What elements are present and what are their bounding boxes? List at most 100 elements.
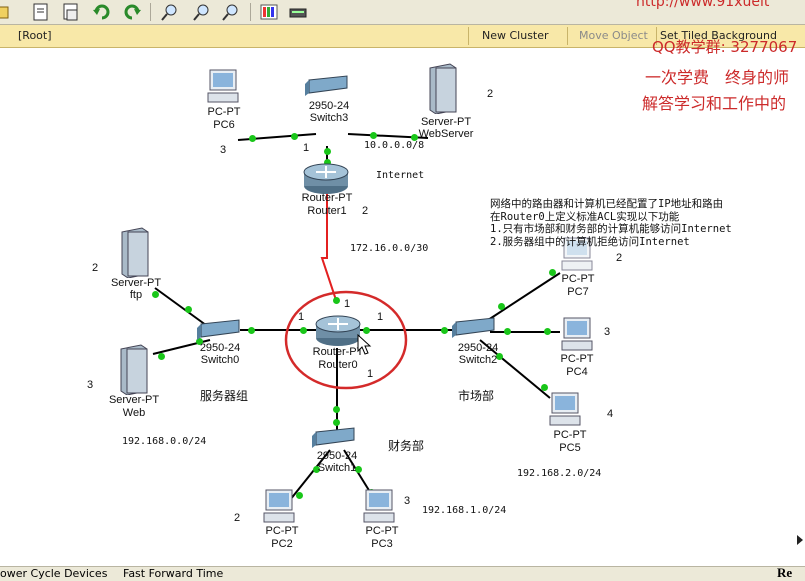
- pc-icon[interactable]: [560, 316, 594, 356]
- switch3-model: 2950-24: [308, 100, 350, 112]
- market-group-label: 市场部: [458, 389, 495, 403]
- pc7-name: PC7: [567, 286, 589, 298]
- pc-icon[interactable]: [206, 68, 240, 108]
- status-bar: ower Cycle Devices Fast Forward Time Re: [0, 565, 805, 581]
- pc6-model: PC-PT: [207, 106, 241, 118]
- pc-icon[interactable]: [548, 391, 582, 431]
- router1-name: Router1: [307, 205, 347, 217]
- pc6-name: PC6: [213, 119, 235, 131]
- port-indicator: [296, 492, 303, 499]
- pc-icon[interactable]: [262, 488, 296, 528]
- pc4-model: PC-PT: [560, 353, 594, 365]
- server-icon[interactable]: [426, 62, 460, 118]
- task-line: 网络中的路由器和计算机已经配置了IP地址和路由: [490, 198, 724, 210]
- task-note: 网络中的路由器和计算机已经配置了IP地址和路由 在Router0上定义标准ACL…: [490, 198, 732, 248]
- switch-icon[interactable]: [303, 74, 351, 100]
- webserver-model: Server-PT: [420, 116, 472, 128]
- web-number: 3: [87, 379, 94, 391]
- redo-icon[interactable]: [122, 2, 142, 22]
- server-network: 192.168.0.0/24: [122, 436, 207, 447]
- internet-label: Internet: [376, 170, 425, 181]
- router0-name: Router0: [318, 359, 358, 371]
- market-network: 192.168.2.0/24: [517, 468, 602, 479]
- server-icon[interactable]: [118, 226, 152, 282]
- router1-model: Router-PT: [301, 192, 353, 204]
- pc-icon[interactable]: [362, 488, 396, 528]
- switch1-model: 2950-24: [316, 450, 358, 462]
- link-lines: [152, 133, 561, 501]
- mouse-pointer-icon: [356, 333, 372, 360]
- finance-network: 192.168.1.0/24: [422, 505, 507, 516]
- pc7-model: PC-PT: [561, 273, 595, 285]
- port-indicator: [504, 328, 511, 335]
- print-icon[interactable]: [61, 2, 81, 22]
- link-network: 172.16.0.0/30: [350, 243, 429, 254]
- task-line: 2.服务器组中的计算机拒绝访问Internet: [490, 235, 690, 248]
- port-indicator: [333, 297, 340, 304]
- watermark-line2: 解答学习和工作中的: [642, 94, 787, 113]
- pc2-name: PC2: [271, 538, 293, 550]
- pc3-name: PC3: [371, 538, 393, 550]
- web-model: Server-PT: [108, 394, 160, 406]
- open-icon[interactable]: [0, 2, 12, 22]
- finance-group-label: 财务部: [388, 439, 425, 453]
- root-button[interactable]: [Root]: [18, 29, 52, 42]
- port-indicator: [333, 406, 340, 413]
- ftp-model: Server-PT: [110, 277, 162, 289]
- palette-icon[interactable]: [259, 2, 279, 22]
- task-line: 1.只有市场部和财务部的计算机能够访问Internet: [490, 223, 732, 235]
- web-name: Web: [122, 407, 146, 419]
- watermark-line1: 一次学费 终身的师: [645, 68, 790, 87]
- switch2-name: Switch2: [458, 354, 498, 366]
- pc3-number: 3: [404, 495, 411, 507]
- port-indicator: [441, 327, 448, 334]
- pc5-number: 4: [607, 408, 614, 420]
- power-cycle-button[interactable]: ower Cycle Devices: [0, 567, 107, 580]
- port-indicator: [158, 353, 165, 360]
- switch-icon[interactable]: [450, 316, 498, 342]
- pc4-name: PC4: [566, 366, 588, 378]
- fast-forward-button[interactable]: Fast Forward Time: [123, 567, 223, 580]
- router1-side-number: 2: [362, 205, 369, 217]
- scroll-arrow-icon[interactable]: [795, 532, 805, 551]
- device-template-icon[interactable]: [288, 2, 308, 22]
- pc3-model: PC-PT: [365, 525, 399, 537]
- port-indicator: [363, 327, 370, 334]
- save-icon[interactable]: [31, 2, 51, 22]
- new-cluster-button[interactable]: New Cluster: [482, 29, 549, 42]
- server-group-label: 服务器组: [200, 389, 249, 403]
- server-icon[interactable]: [117, 343, 151, 399]
- pc2-model: PC-PT: [265, 525, 299, 537]
- port-indicator: [333, 419, 340, 426]
- switch0-name: Switch0: [200, 354, 240, 366]
- port-indicator: [185, 306, 192, 313]
- pc7-number: 2: [616, 252, 623, 264]
- webserver-number: 2: [487, 88, 494, 100]
- ftp-number: 2: [92, 262, 99, 274]
- webserver-name: WebServer: [418, 128, 474, 140]
- pc2-number: 2: [234, 512, 241, 524]
- router0-right-port: 1: [377, 311, 384, 323]
- pc5-name: PC5: [559, 442, 581, 454]
- zoom-in-icon[interactable]: [160, 2, 180, 22]
- switch-icon[interactable]: [195, 318, 243, 344]
- internet-network: 10.0.0.0/8: [364, 140, 425, 151]
- undo-icon[interactable]: [92, 2, 112, 22]
- zoom-out-icon[interactable]: [221, 2, 241, 22]
- move-object-button[interactable]: Move Object: [579, 29, 648, 42]
- router0-bottom-port: 1: [367, 368, 374, 380]
- watermark-qq: QQ教学群: 3277067: [652, 38, 798, 56]
- port-indicator: [248, 327, 255, 334]
- switch-icon[interactable]: [310, 426, 358, 452]
- switch3-name: Switch3: [309, 112, 349, 124]
- realtime-mode-label[interactable]: Re: [777, 565, 792, 581]
- router0-left-port: 1: [298, 311, 305, 323]
- ftp-name: ftp: [129, 289, 143, 301]
- switch2-model: 2950-24: [457, 342, 499, 354]
- port-indicator: [324, 148, 331, 155]
- port-indicator: [300, 327, 307, 334]
- pc6-number: 3: [220, 144, 227, 156]
- zoom-reset-icon[interactable]: [192, 2, 212, 22]
- pc4-number: 3: [604, 326, 611, 338]
- logical-workspace[interactable]: PC-PT PC6 2950-24 Switch3 Server-PT WebS…: [0, 48, 805, 566]
